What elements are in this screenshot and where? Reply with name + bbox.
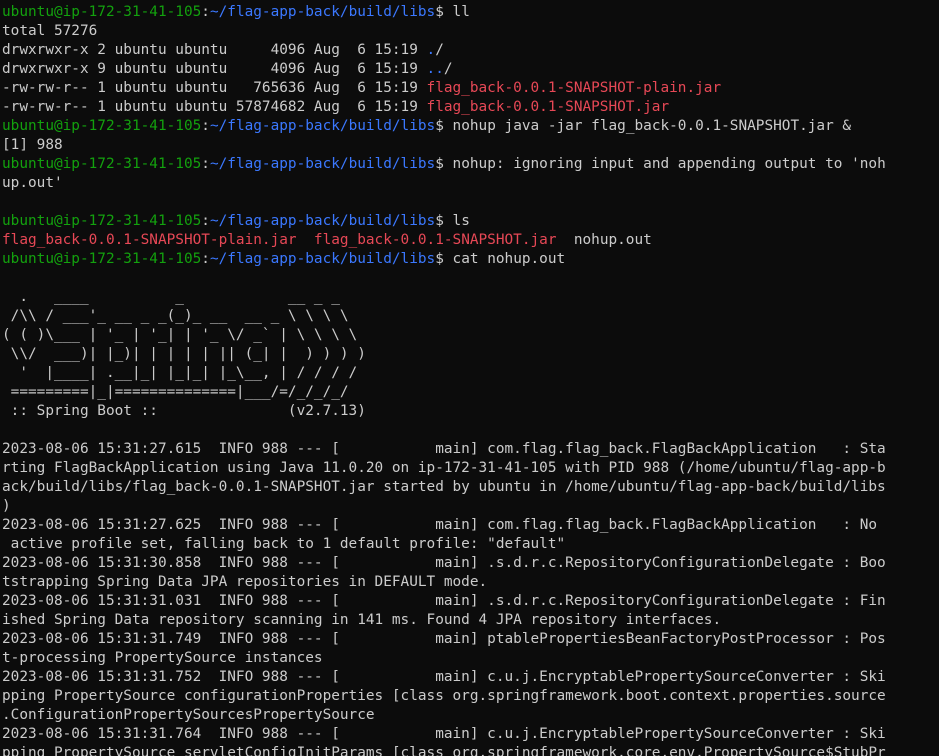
prompt-user-host: ubuntu@ip-172-31-41-105 [2, 213, 202, 229]
ls-gap [297, 232, 314, 248]
banner-line: . ____ _ __ _ _ [2, 289, 340, 305]
listing-meta: -rw-rw-r-- 1 ubuntu ubuntu 765636 Aug 6 … [2, 80, 427, 96]
ls-file-jar: flag_back-0.0.1-SNAPSHOT.jar [313, 232, 557, 248]
prompt-line: ubuntu@ip-172-31-41-105:~/flag-app-back/… [2, 250, 939, 269]
log-line: pping PropertySource configurationProper… [2, 688, 886, 704]
log-line: tstrapping Spring Data JPA repositories … [2, 574, 488, 590]
prompt-line: ubuntu@ip-172-31-41-105:~/flag-app-back/… [2, 3, 939, 22]
listing-suffix: / [435, 42, 444, 58]
prompt-path: ~/flag-app-back/build/libs [209, 118, 436, 134]
listing-meta: -rw-rw-r-- 1 ubuntu ubuntu 57874682 Aug … [2, 99, 427, 115]
prompt-symbol: $ [435, 251, 453, 267]
listing-name: . [426, 42, 436, 58]
prompt-separator: : [201, 213, 210, 229]
prompt-line: ubuntu@ip-172-31-41-105:~/flag-app-back/… [2, 155, 939, 174]
log-line: ack/build/libs/flag_back-0.0.1-SNAPSHOT.… [2, 479, 886, 495]
prompt-line: ubuntu@ip-172-31-41-105:~/flag-app-back/… [2, 117, 939, 136]
prompt-user-host: ubuntu@ip-172-31-41-105 [2, 251, 202, 267]
log-line: pping PropertySource servletConfigInitPa… [2, 745, 886, 756]
listing-name: flag_back-0.0.1-SNAPSHOT.jar [426, 99, 670, 115]
prompt-line: ubuntu@ip-172-31-41-105:~/flag-app-back/… [2, 212, 939, 231]
banner-line: ( ( )\___ | '_ | '_| | '_ \/ _` | \ \ \ … [2, 327, 358, 343]
nohup-message-cont: up.out' [2, 175, 63, 191]
listing-meta: drwxrwxr-x 2 ubuntu ubuntu 4096 Aug 6 15… [2, 42, 427, 58]
log-line: 2023-08-06 15:31:31.749 INFO 988 --- [ m… [2, 631, 886, 647]
listing-row: drwxrwxr-x 9 ubuntu ubuntu 4096 Aug 6 15… [2, 60, 939, 79]
log-line: 2023-08-06 15:31:30.858 INFO 988 --- [ m… [2, 555, 886, 571]
log-line: active profile set, falling back to 1 de… [2, 536, 566, 552]
listing-row: drwxrwxr-x 2 ubuntu ubuntu 4096 Aug 6 15… [2, 41, 939, 60]
listing-row: -rw-rw-r-- 1 ubuntu ubuntu 57874682 Aug … [2, 98, 939, 117]
prompt-symbol: $ [435, 156, 453, 172]
banner-version-line: :: Spring Boot :: (v2.7.13) [2, 403, 366, 419]
log-line: t-processing PropertySource instances [2, 650, 323, 666]
prompt-user-host: ubuntu@ip-172-31-41-105 [2, 118, 202, 134]
ls-gap [557, 232, 574, 248]
prompt-symbol: $ [435, 4, 453, 20]
command-text: cat nohup.out [452, 251, 566, 267]
prompt-path: ~/flag-app-back/build/libs [209, 251, 436, 267]
prompt-path: ~/flag-app-back/build/libs [209, 156, 436, 172]
listing-name: .. [426, 61, 444, 77]
ls-output: flag_back-0.0.1-SNAPSHOT-plain.jar flag_… [2, 231, 939, 250]
listing-suffix: / [443, 61, 453, 77]
log-line: 2023-08-06 15:31:27.615 INFO 988 --- [ m… [2, 441, 886, 457]
prompt-path: ~/flag-app-back/build/libs [209, 213, 436, 229]
banner-line: \\/ ___)| |_)| | | | | || (_| | ) ) ) ) [2, 346, 366, 362]
nohup-message: nohup: ignoring input and appending outp… [452, 156, 886, 172]
prompt-user-host: ubuntu@ip-172-31-41-105 [2, 4, 202, 20]
prompt-separator: : [201, 118, 210, 134]
banner-line: /\\ / ___'_ __ _ _(_)_ __ __ _ \ \ \ \ [2, 308, 349, 324]
log-line: 2023-08-06 15:31:27.625 INFO 988 --- [ m… [2, 517, 878, 533]
log-line: rting FlagBackApplication using Java 11.… [2, 460, 886, 476]
ls-file-plain-jar: flag_back-0.0.1-SNAPSHOT-plain.jar [2, 232, 297, 248]
prompt-user-host: ubuntu@ip-172-31-41-105 [2, 156, 202, 172]
prompt-separator: : [201, 156, 210, 172]
prompt-separator: : [201, 251, 210, 267]
ls-file-nohup: nohup.out [573, 232, 652, 248]
log-line: ished Spring Data repository scanning in… [2, 612, 722, 628]
terminal-window[interactable]: ubuntu@ip-172-31-41-105:~/flag-app-back/… [0, 0, 939, 756]
log-line: .ConfigurationPropertySourcesPropertySou… [2, 707, 375, 723]
log-line: 2023-08-06 15:31:31.752 INFO 988 --- [ m… [2, 669, 886, 685]
banner-line: ' |____| .__|_| |_|_| |_\__, | / / / / [2, 365, 358, 381]
listing-meta: drwxrwxr-x 9 ubuntu ubuntu 4096 Aug 6 15… [2, 61, 427, 77]
prompt-symbol: $ [435, 118, 453, 134]
log-line: 2023-08-06 15:31:31.764 INFO 988 --- [ m… [2, 726, 886, 742]
prompt-path: ~/flag-app-back/build/libs [209, 4, 436, 20]
prompt-symbol: $ [435, 213, 453, 229]
command-text: ll [452, 4, 470, 20]
banner-line: =========|_|==============|___/=/_/_/_/ [2, 384, 349, 400]
command-text: nohup java -jar flag_back-0.0.1-SNAPSHOT… [452, 118, 852, 134]
log-line: 2023-08-06 15:31:31.031 INFO 988 --- [ m… [2, 593, 886, 609]
listing-row: -rw-rw-r-- 1 ubuntu ubuntu 765636 Aug 6 … [2, 79, 939, 98]
command-text: ls [452, 213, 470, 229]
prompt-separator: : [201, 4, 210, 20]
job-id: [1] 988 [2, 137, 63, 153]
listing-total: total 57276 [2, 23, 98, 39]
log-line: ) [2, 498, 11, 514]
listing-name: flag_back-0.0.1-SNAPSHOT-plain.jar [426, 80, 722, 96]
